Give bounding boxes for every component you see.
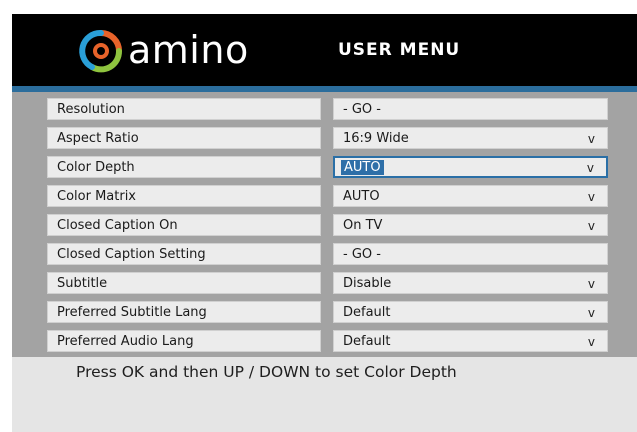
chevron-down-icon: v	[587, 335, 595, 349]
value-text: Default	[343, 305, 391, 320]
chevron-down-icon: v	[586, 161, 594, 175]
hint-text: Press OK and then UP / DOWN to set Color…	[76, 363, 457, 381]
chevron-down-icon: v	[587, 277, 595, 291]
menu-item-value[interactable]: Disable v	[333, 272, 608, 294]
menu-item-label: Aspect Ratio	[47, 127, 321, 149]
menu-row-aspect-ratio[interactable]: Aspect Ratio 16:9 Wide v	[12, 127, 637, 151]
menu-row-color-depth[interactable]: Color Depth AUTO v	[12, 156, 637, 180]
value-text: Disable	[343, 276, 392, 291]
amino-logo-text: amino	[128, 28, 249, 72]
menu-item-value[interactable]: - GO -	[333, 98, 608, 120]
settings-panel: Resolution - GO - Aspect Ratio 16:9 Wide…	[12, 92, 637, 357]
chevron-down-icon: v	[587, 306, 595, 320]
menu-item-value[interactable]: Default v	[333, 301, 608, 323]
menu-item-label: Preferred Subtitle Lang	[47, 301, 321, 323]
menu-item-label: Resolution	[47, 98, 321, 120]
chevron-down-icon: v	[587, 190, 595, 204]
menu-item-label: Preferred Audio Lang	[47, 330, 321, 352]
value-text: 16:9 Wide	[343, 131, 409, 146]
menu-item-value[interactable]: Default v	[333, 330, 608, 352]
value-text: - GO -	[343, 102, 381, 117]
value-text: Default	[343, 334, 391, 349]
tv-screen: amino USER MENU Resolution - GO - Aspect…	[0, 0, 637, 432]
menu-row-preferred-subtitle-lang[interactable]: Preferred Subtitle Lang Default v	[12, 301, 637, 325]
menu-item-value[interactable]: 16:9 Wide v	[333, 127, 608, 149]
menu-row-subtitle[interactable]: Subtitle Disable v	[12, 272, 637, 296]
value-text: - GO -	[343, 247, 381, 262]
menu-row-resolution[interactable]: Resolution - GO -	[12, 98, 637, 122]
page-title: USER MENU	[338, 40, 461, 60]
menu-item-label: Closed Caption On	[47, 214, 321, 236]
header-bar: amino USER MENU	[12, 14, 637, 86]
chevron-down-icon: v	[587, 219, 595, 233]
footer-bar: Press OK and then UP / DOWN to set Color…	[12, 357, 637, 432]
menu-row-color-matrix[interactable]: Color Matrix AUTO v	[12, 185, 637, 209]
amino-logo-icon	[79, 30, 123, 73]
menu-item-label: Color Matrix	[47, 185, 321, 207]
menu-row-preferred-audio-lang[interactable]: Preferred Audio Lang Default v	[12, 330, 637, 354]
menu-item-label: Closed Caption Setting	[47, 243, 321, 265]
menu-item-value-selected[interactable]: AUTO v	[333, 156, 608, 178]
menu-item-value[interactable]: - GO -	[333, 243, 608, 265]
menu-row-closed-caption-on[interactable]: Closed Caption On On TV v	[12, 214, 637, 238]
menu-item-label: Color Depth	[47, 156, 321, 178]
value-text: AUTO	[343, 189, 380, 204]
menu-row-closed-caption-setting[interactable]: Closed Caption Setting - GO -	[12, 243, 637, 267]
value-text: On TV	[343, 218, 383, 233]
chevron-down-icon: v	[587, 132, 595, 146]
menu-item-value[interactable]: On TV v	[333, 214, 608, 236]
value-text: AUTO	[341, 160, 384, 175]
menu-item-label: Subtitle	[47, 272, 321, 294]
menu-item-value[interactable]: AUTO v	[333, 185, 608, 207]
